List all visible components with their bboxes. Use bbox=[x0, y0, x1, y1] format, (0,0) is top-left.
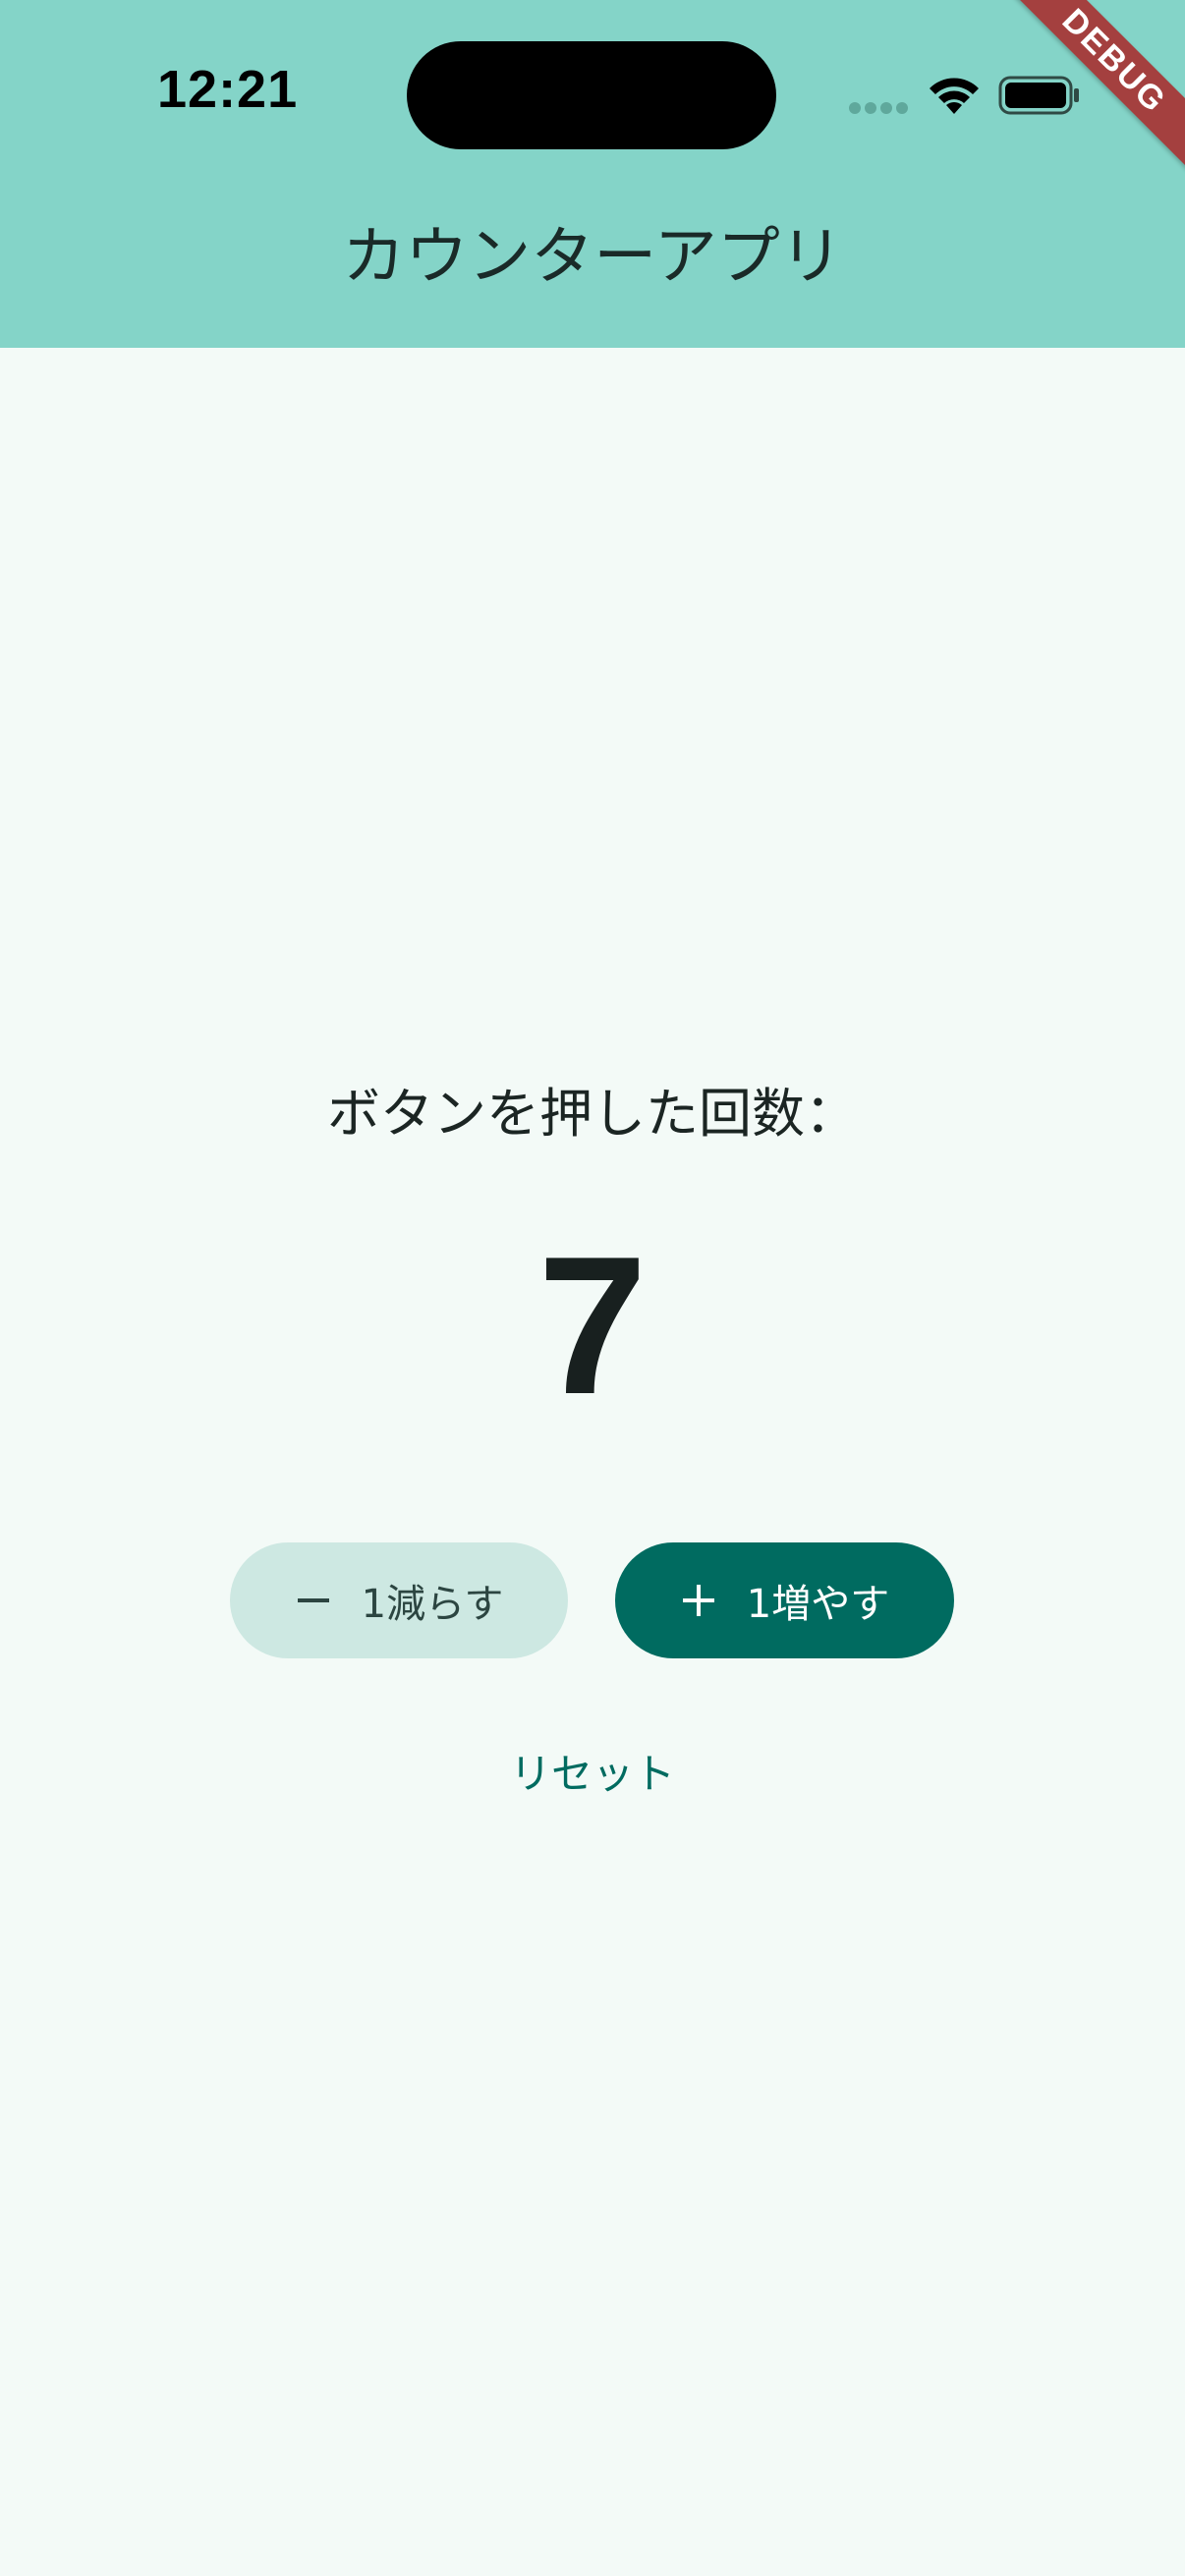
minus-icon bbox=[297, 1598, 329, 1602]
decrement-button[interactable]: 1減らす bbox=[230, 1542, 568, 1658]
wifi-icon bbox=[930, 78, 979, 114]
dynamic-island bbox=[407, 41, 776, 149]
increment-button-label: 1増やす bbox=[746, 1582, 890, 1627]
decrement-button-label: 1減らす bbox=[361, 1582, 504, 1627]
reset-button[interactable]: リセット bbox=[0, 1743, 1185, 1806]
cellular-signal-icon bbox=[849, 102, 908, 116]
increment-button[interactable]: 1増やす bbox=[615, 1542, 954, 1658]
plus-icon bbox=[682, 1585, 714, 1616]
app-title: カウンターアプリ bbox=[342, 221, 843, 294]
battery-icon bbox=[998, 76, 1079, 115]
status-time: 12:21 bbox=[157, 60, 299, 119]
app-bar: 12:21 カウンターアプリ DEBUG bbox=[0, 0, 1185, 348]
counter-label: ボタンを押した回数： bbox=[327, 1083, 858, 1145]
counter-value: 7 bbox=[537, 1216, 648, 1435]
